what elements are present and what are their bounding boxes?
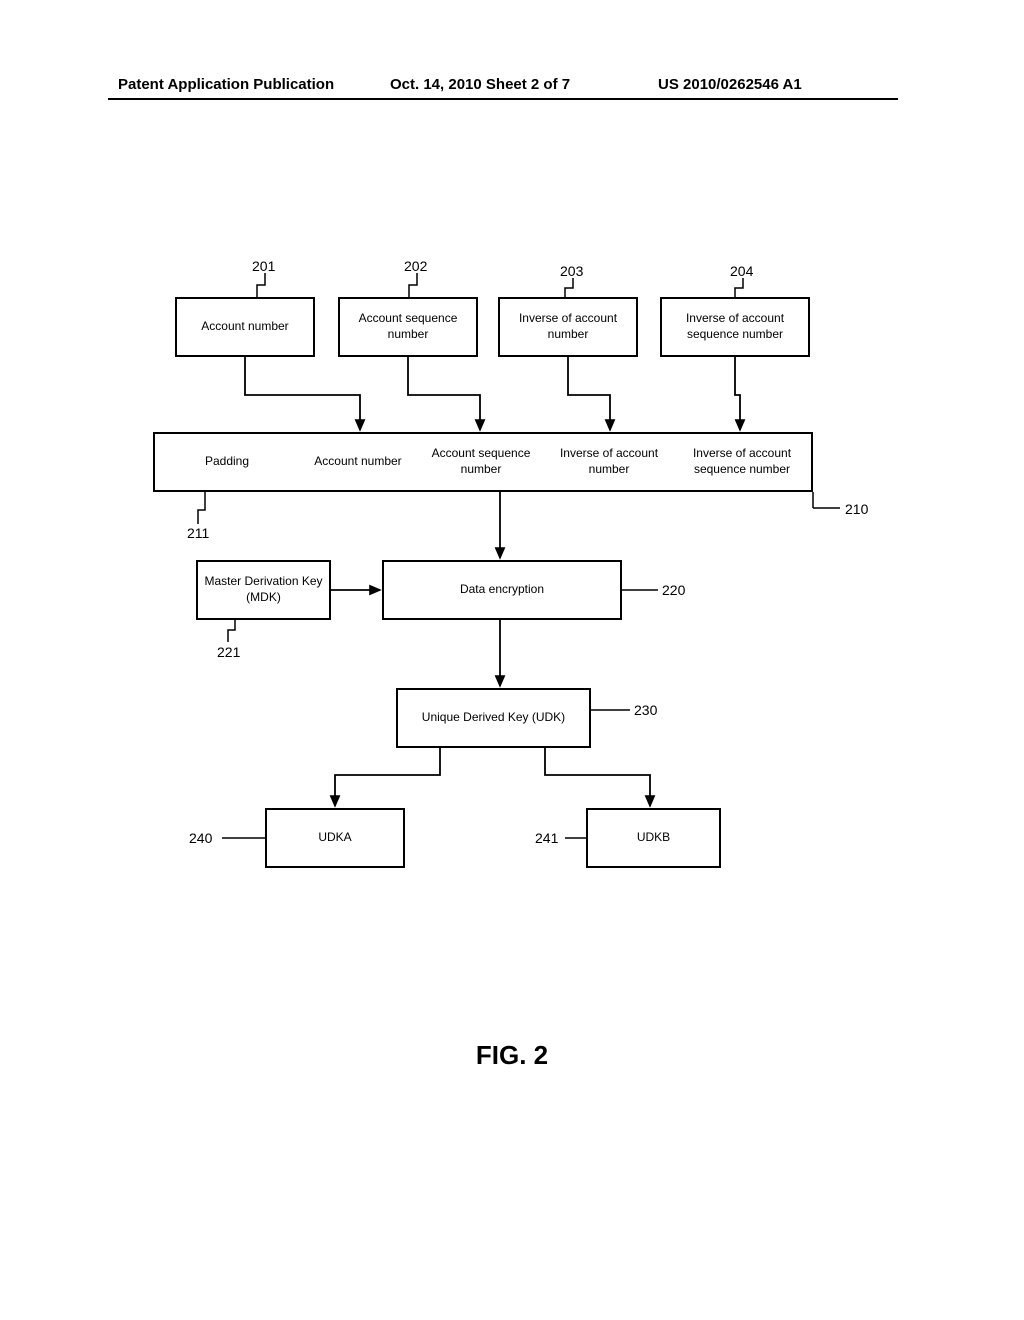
diagram-connectors <box>0 0 1024 1320</box>
